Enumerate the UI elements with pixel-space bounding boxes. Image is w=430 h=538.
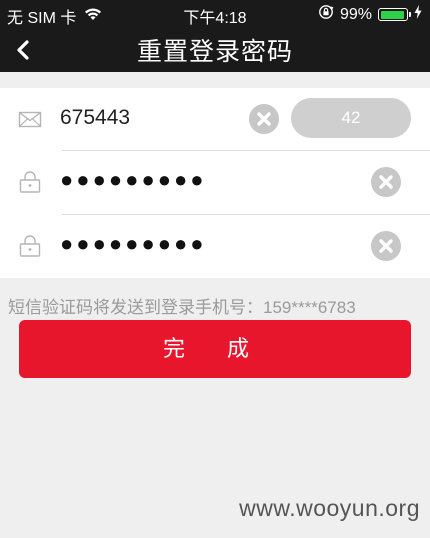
battery-level-fill bbox=[380, 10, 405, 19]
battery-percent: 99% bbox=[339, 5, 372, 23]
clear-confirm-password-button[interactable] bbox=[371, 231, 401, 261]
status-bar: 无 SIM 卡 下午4:18 99% bbox=[0, 0, 430, 28]
countdown-button[interactable]: 42 bbox=[291, 98, 411, 138]
reset-password-screen: 无 SIM 卡 下午4:18 99% 重置登录密码 675443 42 ●●●●… bbox=[0, 0, 430, 538]
sms-hint-text: 短信验证码将发送到登录手机号：159****6783 bbox=[8, 298, 356, 317]
battery-icon bbox=[378, 8, 411, 21]
new-password-input[interactable]: ●●●●●●●●● bbox=[60, 167, 207, 193]
battery-tip bbox=[408, 12, 411, 17]
clear-code-button[interactable] bbox=[249, 104, 279, 134]
watermark-text: www.wooyun.org bbox=[239, 495, 420, 521]
charging-bolt-icon bbox=[414, 5, 422, 24]
lock-icon bbox=[18, 234, 42, 258]
clear-x-icon bbox=[371, 175, 401, 201]
rotation-lock-icon bbox=[318, 4, 334, 25]
confirm-password-input[interactable]: ●●●●●●●●● bbox=[60, 231, 207, 257]
clear-x-icon bbox=[249, 112, 279, 138]
reset-form: 675443 42 ●●●●●●●●● ●●●●●●●●● bbox=[0, 88, 430, 278]
verification-code-row: 675443 42 bbox=[0, 88, 430, 150]
new-password-row: ●●●●●●●●● bbox=[0, 151, 430, 213]
envelope-icon bbox=[18, 107, 42, 131]
clear-new-password-button[interactable] bbox=[371, 167, 401, 197]
navigation-bar: 重置登录密码 bbox=[0, 28, 430, 72]
status-right: 99% bbox=[312, 4, 422, 25]
submit-button[interactable]: 完 成 bbox=[19, 320, 411, 378]
verification-code-input[interactable]: 675443 bbox=[60, 106, 130, 130]
clear-x-icon bbox=[371, 239, 401, 265]
page-title: 重置登录密码 bbox=[136, 38, 293, 66]
confirm-password-row: ●●●●●●●●● bbox=[0, 215, 430, 277]
lock-icon bbox=[18, 170, 42, 194]
